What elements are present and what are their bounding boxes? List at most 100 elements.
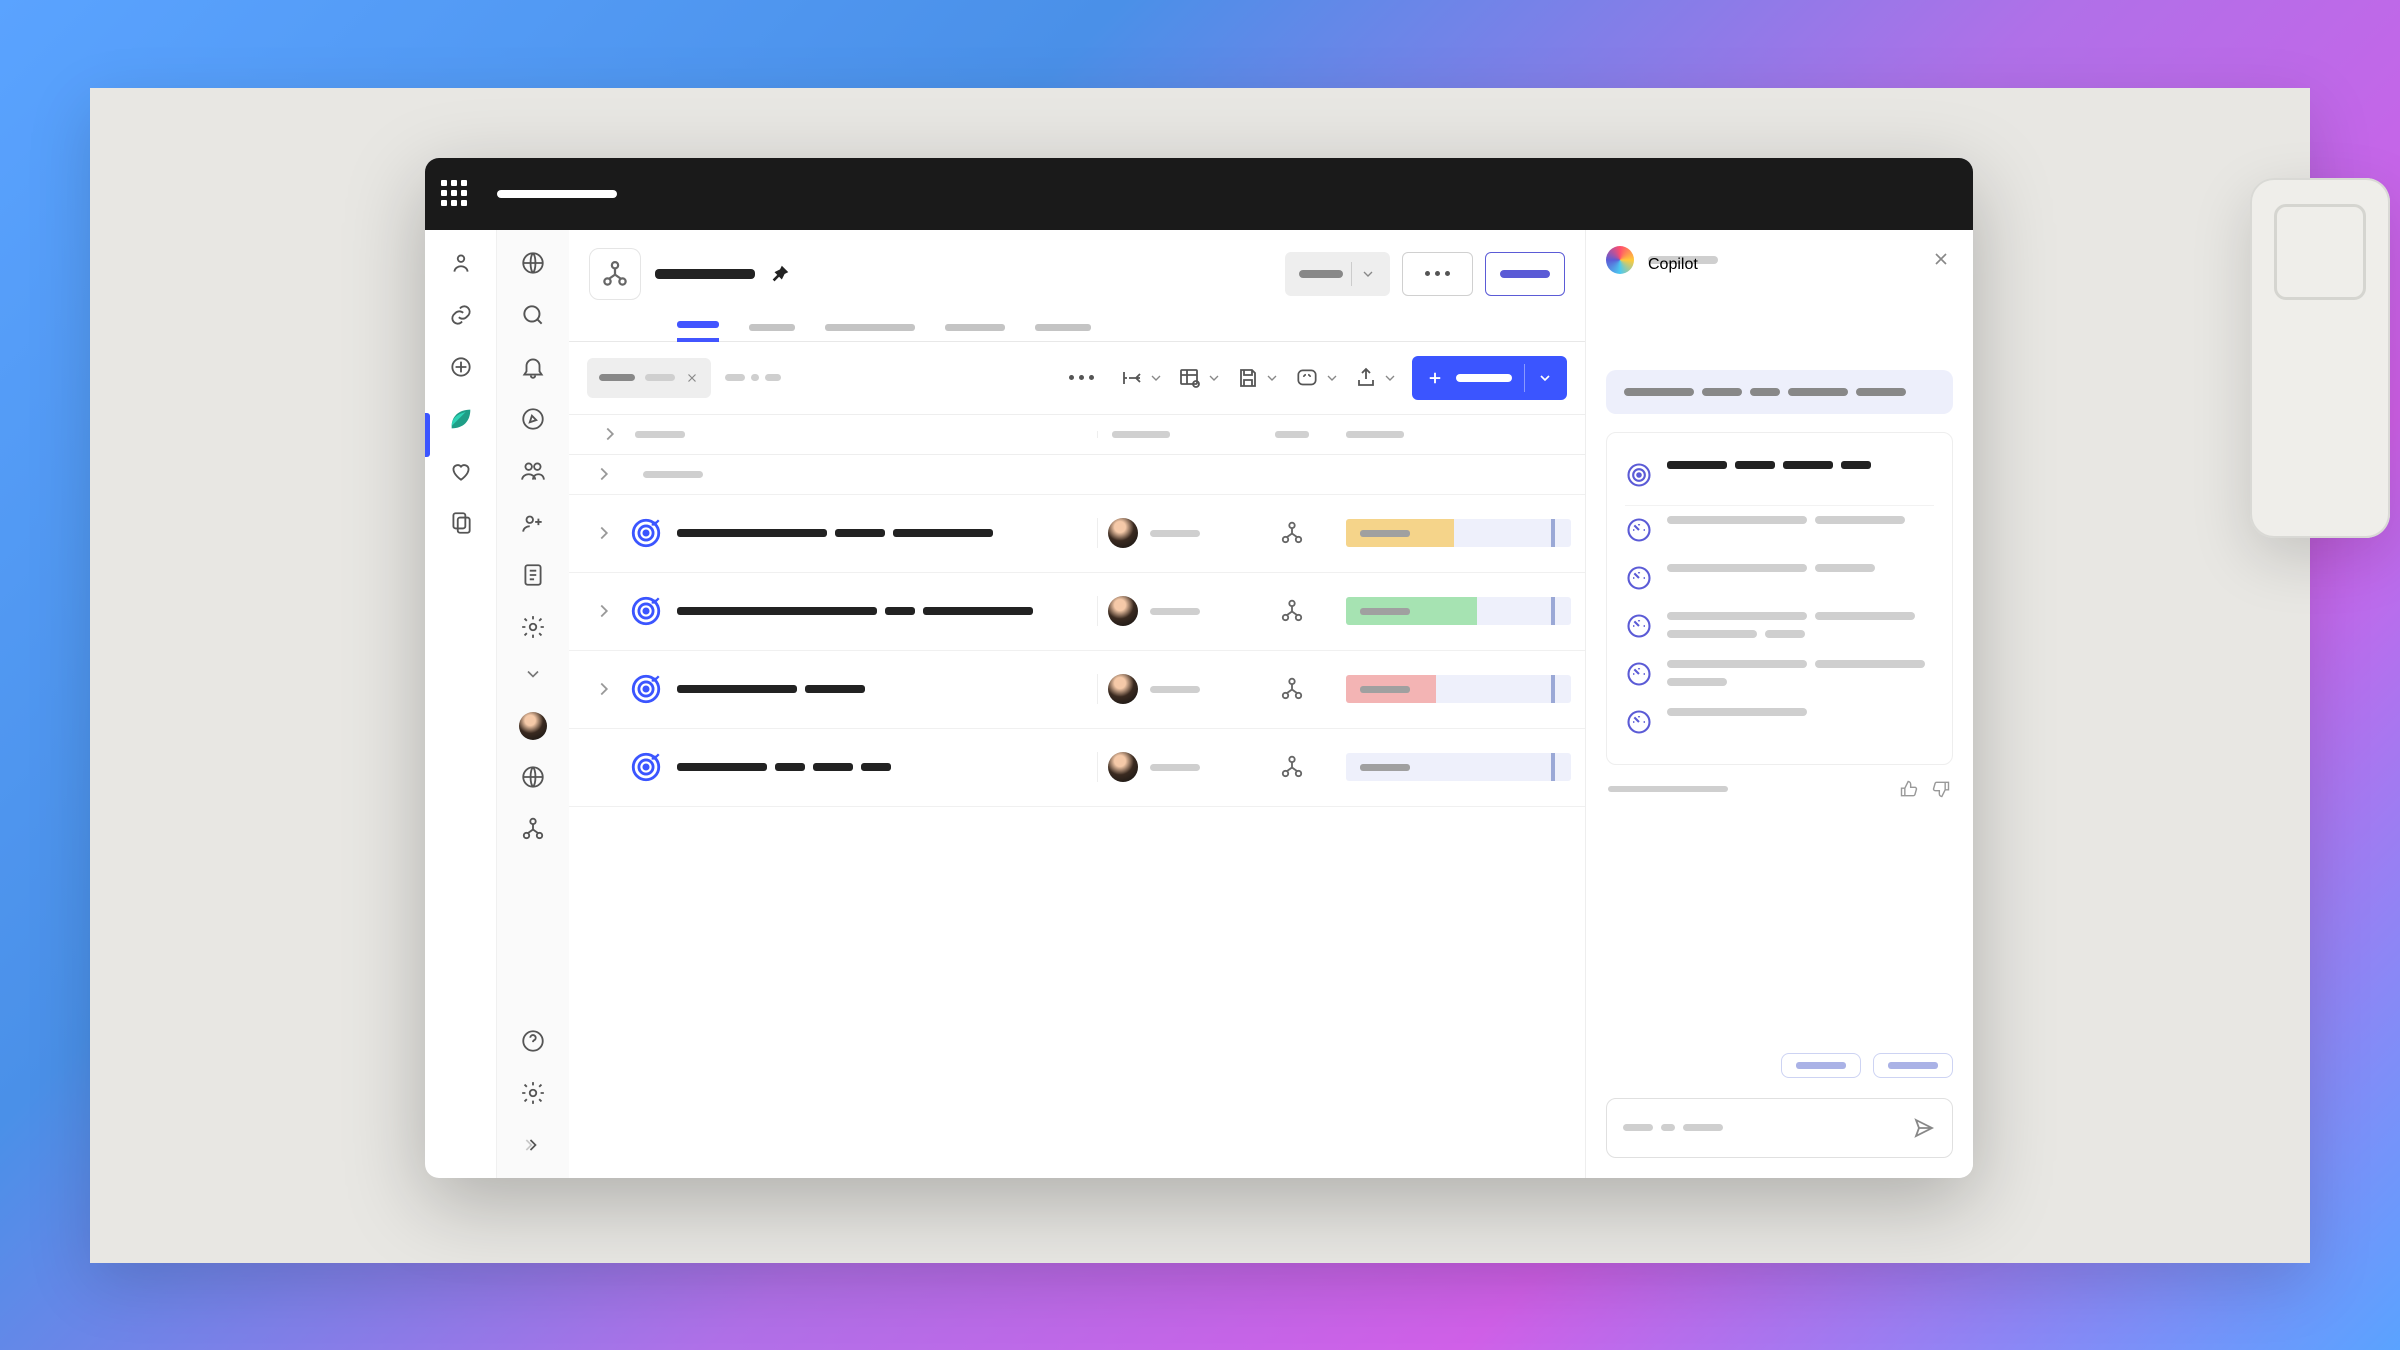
toolbar-save[interactable] [1236,366,1280,390]
okr-rows [569,455,1585,807]
sidebar-bell-icon[interactable] [518,352,548,382]
row-title [677,685,1097,693]
expand-all-icon[interactable] [599,423,621,445]
gauge-icon [1625,612,1653,640]
suggestion-chip-1[interactable]: Explain [1781,1053,1861,1078]
period-filter-button[interactable]: Q2 FY24 [1285,252,1390,296]
team-icon[interactable] [1279,676,1305,702]
toolbar-more[interactable] [1057,375,1106,380]
progress-pill[interactable] [1346,597,1571,625]
tab-okrs[interactable] [677,321,719,342]
rail-copy-icon[interactable] [446,508,476,538]
sidebar-globe2-icon[interactable] [518,762,548,792]
copilot-toggle-button[interactable]: Copilot [1485,252,1565,296]
reply-item [1625,554,1934,602]
sidebar-org-icon[interactable] [518,814,548,844]
goal-icon [629,516,663,550]
copilot-prompt-bubble: Summarize the status of this OKR list an… [1606,370,1953,414]
rail-active-indicator [425,413,430,457]
progress-pill[interactable] [1346,675,1571,703]
new-okr-button[interactable]: New OKR [1412,356,1567,400]
row-caret-icon[interactable] [593,522,615,544]
row-caret-icon[interactable] [593,600,615,622]
toolbar-insert[interactable] [1120,366,1164,390]
gauge-icon [1625,708,1653,736]
titlebar: Viva Goals [425,158,1973,230]
rail-sparkle-icon[interactable] [446,352,476,382]
decorative-card [2250,178,2390,538]
suggestion-chip-2[interactable]: Next steps [1873,1053,1953,1078]
sidebar-settings2-icon[interactable] [518,1078,548,1108]
rail-people-icon[interactable] [446,248,476,278]
okr-row[interactable] [569,729,1585,807]
app-launcher-icon[interactable] [441,180,469,208]
tab-explorer[interactable] [945,324,1005,341]
copilot-close-icon[interactable] [1931,249,1953,271]
sidebar-globe-icon[interactable] [518,248,548,278]
reply-item [1625,650,1934,698]
goal-icon [629,672,663,706]
sidebar-expand-toggle[interactable] [523,664,543,684]
okr-row[interactable] [569,495,1585,573]
sidebar-compass-icon[interactable] [518,404,548,434]
sidebar-search-icon[interactable] [518,300,548,330]
owner-avatar[interactable] [1108,674,1138,704]
row-caret-icon[interactable] [593,678,615,700]
gauge-icon [1625,660,1653,688]
gauge-icon [1625,516,1653,544]
pin-icon[interactable] [769,263,791,285]
thumbs-up-icon[interactable] [1899,779,1919,799]
tab-dashboards[interactable] [825,324,915,341]
sidebar-user-avatar[interactable] [519,712,547,740]
sidebar-help-icon[interactable] [518,1026,548,1056]
okr-row[interactable] [569,651,1585,729]
sidebar-settings-icon[interactable] [518,612,548,642]
group-header-row[interactable] [569,455,1585,495]
sidebar-owners-icon[interactable] [518,508,548,538]
copilot-suggestions: Explain Next steps [1586,993,1973,1088]
target-icon [1625,461,1653,489]
sidebar-page-icon[interactable] [518,560,548,590]
filter-chip-close-icon[interactable] [685,371,699,385]
toolbar-share[interactable] [1354,366,1398,390]
copilot-title: Copilot [1648,256,1718,264]
team-icon[interactable] [1279,520,1305,546]
thumbs-down-icon[interactable] [1931,779,1951,799]
progress-pill[interactable] [1346,753,1571,781]
copilot-meta: AI-generated content may be incorrect [1606,765,1953,813]
owner-avatar[interactable] [1108,518,1138,548]
sidebar [497,230,569,1178]
toolbar-grid-settings[interactable] [1178,366,1222,390]
tab-projects[interactable] [749,324,795,341]
more-actions-button[interactable] [1402,252,1473,296]
okr-row[interactable] [569,573,1585,651]
rail-heart-icon[interactable] [446,456,476,486]
app-window: Viva Goals [425,158,1973,1178]
owner-name [1150,530,1200,537]
team-icon[interactable] [1279,754,1305,780]
gauge-icon [1625,564,1653,592]
progress-pill[interactable] [1346,519,1571,547]
group-caret-icon[interactable] [593,463,615,485]
toolbar-copilot[interactable] [1294,365,1340,391]
team-icon[interactable] [1279,598,1305,624]
app-name: Viva Goals [497,190,617,198]
copilot-composer[interactable] [1606,1098,1953,1158]
tabs [569,300,1585,342]
owner-name [1150,686,1200,693]
copilot-panel: Copilot Summarize the status of this OKR… [1585,230,1973,1178]
goal-icon [629,594,663,628]
rail-link-icon[interactable] [446,300,476,330]
rail-leaf-icon[interactable] [446,404,476,434]
reply-item [1625,602,1934,650]
view-label [725,374,781,381]
sidebar-team-icon[interactable] [518,456,548,486]
filter-chip[interactable]: All teams [587,358,711,398]
owner-avatar[interactable] [1108,752,1138,782]
send-icon[interactable] [1912,1116,1936,1140]
sidebar-collapse-icon[interactable] [518,1130,548,1160]
owner-avatar[interactable] [1108,596,1138,626]
app-rail [425,230,497,1178]
tab-updates[interactable] [1035,324,1091,341]
owner-name [1150,608,1200,615]
